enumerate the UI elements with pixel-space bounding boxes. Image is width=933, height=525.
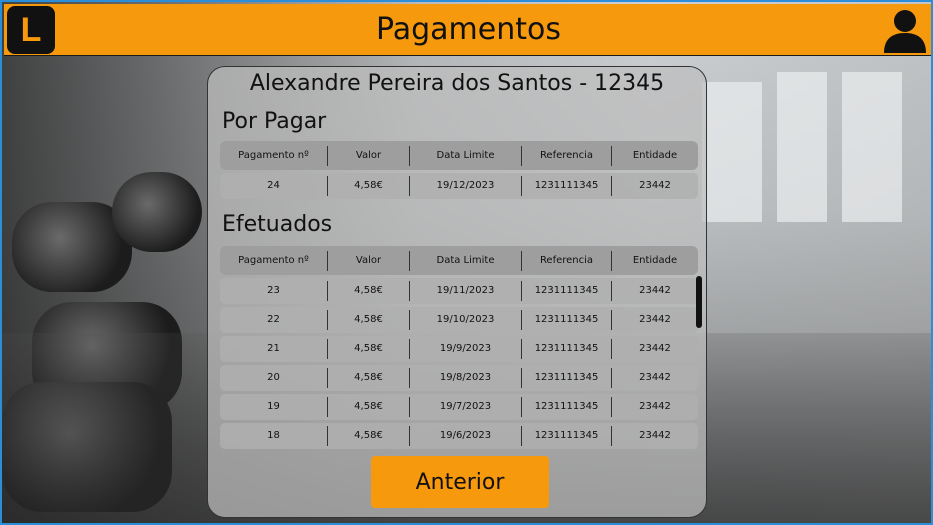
table-row[interactable]: 19 4,58€ 19/7/2023 1231111345 23442 bbox=[220, 394, 698, 420]
payment-value: 4,58€ bbox=[328, 310, 410, 330]
payment-number: 18 bbox=[220, 426, 328, 446]
column-header: Referencia bbox=[522, 250, 612, 271]
column-header: Valor bbox=[328, 145, 410, 166]
table-header: Pagamento nº Valor Data Limite Referenci… bbox=[220, 246, 698, 275]
column-header: Data Limite bbox=[410, 145, 522, 166]
payment-due-date: 19/8/2023 bbox=[410, 368, 522, 388]
payment-due-date: 19/10/2023 bbox=[410, 310, 522, 330]
payment-reference: 1231111345 bbox=[522, 281, 612, 301]
payment-due-date: 19/9/2023 bbox=[410, 339, 522, 359]
column-header: Entidade bbox=[632, 254, 678, 266]
payment-number: 19 bbox=[220, 397, 328, 417]
table-row[interactable]: 20 4,58€ 19/8/2023 1231111345 23442 bbox=[220, 365, 698, 391]
payment-value: 4,58€ bbox=[328, 281, 410, 301]
payment-value: 4,58€ bbox=[328, 368, 410, 388]
payment-entity: 23442 bbox=[639, 430, 671, 441]
table-row[interactable]: 21 4,58€ 19/9/2023 1231111345 23442 bbox=[220, 336, 698, 362]
payment-reference: 1231111345 bbox=[522, 339, 612, 359]
payment-reference: 1231111345 bbox=[522, 176, 612, 196]
payment-value: 4,58€ bbox=[328, 426, 410, 446]
payment-number: 24 bbox=[220, 176, 328, 196]
column-header: Entidade bbox=[632, 149, 678, 161]
completed-payments-table: Pagamento nº Valor Data Limite Referenci… bbox=[220, 246, 702, 479]
payment-entity: 23442 bbox=[639, 372, 671, 383]
column-header: Pagamento nº bbox=[220, 250, 328, 271]
payment-number: 23 bbox=[220, 281, 328, 301]
payment-due-date: 19/11/2023 bbox=[410, 281, 522, 301]
payment-number: 21 bbox=[220, 339, 328, 359]
done-section-title: Efetuados bbox=[222, 212, 333, 237]
table-row[interactable]: 22 4,58€ 19/10/2023 1231111345 23442 bbox=[220, 307, 698, 333]
payment-value: 4,58€ bbox=[328, 176, 410, 196]
payment-reference: 1231111345 bbox=[522, 397, 612, 417]
user-icon[interactable] bbox=[883, 8, 927, 54]
payment-number: 20 bbox=[220, 368, 328, 388]
table-row[interactable]: 24 4,58€ 19/12/2023 1231111345 23442 bbox=[220, 173, 698, 199]
top-bar: L Pagamentos bbox=[4, 4, 931, 56]
payment-entity: 23442 bbox=[639, 285, 671, 296]
table-row[interactable]: 18 4,58€ 19/6/2023 1231111345 23442 bbox=[220, 423, 698, 449]
table-scrollbar[interactable] bbox=[696, 276, 702, 328]
pending-payments-table: Pagamento nº Valor Data Limite Referenci… bbox=[220, 141, 698, 199]
payment-reference: 1231111345 bbox=[522, 426, 612, 446]
payment-number: 22 bbox=[220, 310, 328, 330]
payment-entity: 23442 bbox=[639, 180, 671, 191]
payments-panel: Alexandre Pereira dos Santos - 12345 Por… bbox=[207, 66, 707, 518]
column-header: Pagamento nº bbox=[220, 145, 328, 166]
payment-due-date: 19/7/2023 bbox=[410, 397, 522, 417]
column-header: Data Limite bbox=[410, 250, 522, 271]
payment-value: 4,58€ bbox=[328, 339, 410, 359]
payment-entity: 23442 bbox=[639, 401, 671, 412]
column-header: Valor bbox=[328, 250, 410, 271]
payment-due-date: 19/12/2023 bbox=[410, 176, 522, 196]
column-header: Referencia bbox=[522, 145, 612, 166]
app-frame: L Pagamentos Alexandre Pereira dos Santo… bbox=[0, 0, 933, 525]
previous-button[interactable]: Anterior bbox=[371, 456, 549, 508]
payment-due-date: 19/6/2023 bbox=[410, 426, 522, 446]
payment-reference: 1231111345 bbox=[522, 368, 612, 388]
table-header: Pagamento nº Valor Data Limite Referenci… bbox=[220, 141, 698, 170]
payment-entity: 23442 bbox=[639, 314, 671, 325]
completed-rows-scroll-area[interactable]: 23 4,58€ 19/11/2023 1231111345 23442 22 … bbox=[220, 275, 698, 479]
table-row[interactable]: 23 4,58€ 19/11/2023 1231111345 23442 bbox=[220, 278, 698, 304]
pending-section-title: Por Pagar bbox=[222, 109, 327, 134]
page-title: Pagamentos bbox=[376, 12, 561, 47]
payment-reference: 1231111345 bbox=[522, 310, 612, 330]
payment-entity: 23442 bbox=[639, 343, 671, 354]
payment-value: 4,58€ bbox=[328, 397, 410, 417]
client-name: Alexandre Pereira dos Santos - 12345 bbox=[249, 71, 665, 96]
